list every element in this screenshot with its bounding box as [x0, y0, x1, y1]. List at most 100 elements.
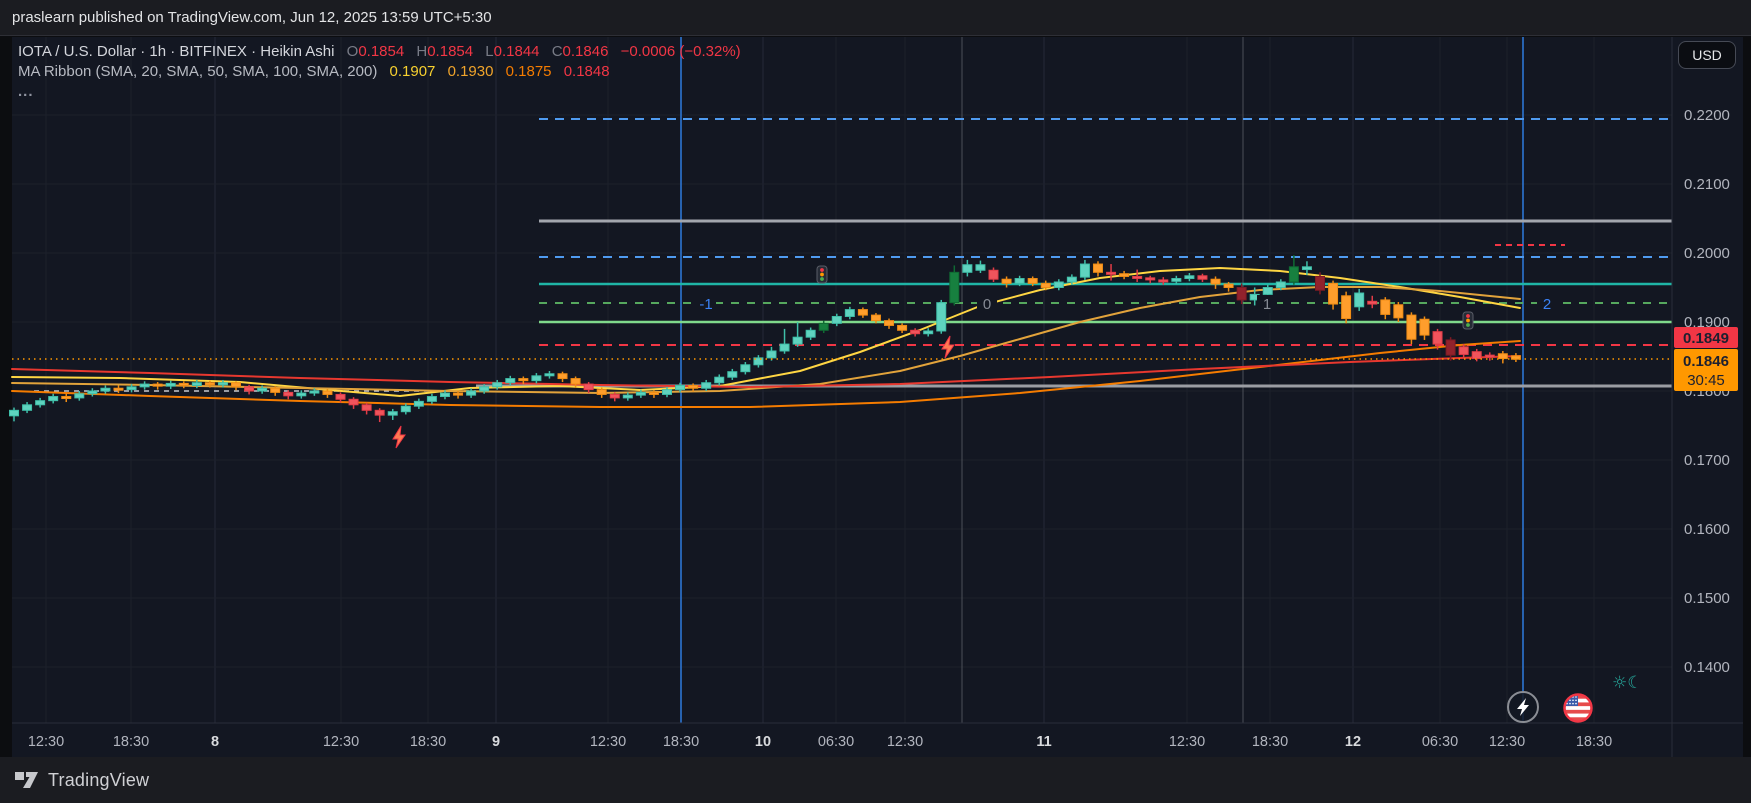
- lightning-circle-icon[interactable]: [1507, 691, 1539, 723]
- candle-body: [296, 392, 307, 397]
- ohlc-open-value: 0.1854: [358, 43, 405, 60]
- candle-body: [1001, 278, 1012, 284]
- collapsed-indicator-ellipsis[interactable]: ...: [18, 82, 741, 101]
- candle-body: [244, 386, 255, 392]
- candle-body: [897, 324, 908, 331]
- candle-body: [609, 393, 620, 399]
- traffic-light-red: [1466, 314, 1470, 318]
- price-tick-label: 0.2000: [1684, 245, 1730, 262]
- candle-body: [1354, 292, 1365, 308]
- range-label[interactable]: 2: [1543, 296, 1551, 313]
- candle-body: [792, 336, 803, 345]
- indicator-legend-row[interactable]: MA Ribbon (SMA, 20, SMA, 50, SMA, 100, S…: [18, 62, 741, 81]
- candle-body: [531, 375, 542, 382]
- price-tick-label: 0.1600: [1684, 521, 1730, 538]
- candle-body: [936, 302, 947, 332]
- candle-body: [87, 390, 98, 395]
- candle-body: [309, 390, 320, 394]
- heikin-ashi-candles[interactable]: [9, 255, 1521, 423]
- time-tick-label: 12:30: [323, 734, 359, 750]
- candle-body: [231, 382, 242, 388]
- candle-body: [1445, 339, 1456, 356]
- ohlc-high-label: H: [416, 43, 428, 60]
- candle-body: [1040, 282, 1051, 288]
- candle-body: [805, 329, 816, 338]
- candle-body: [1027, 278, 1038, 284]
- tradingview-brand-text[interactable]: TradingView: [48, 770, 149, 791]
- traffic-light-marker[interactable]: [1462, 311, 1474, 330]
- candle-body: [283, 391, 294, 397]
- candle-body: [923, 330, 934, 335]
- candle-body: [1432, 331, 1443, 345]
- candle-body: [962, 264, 973, 273]
- candle-body: [9, 409, 19, 417]
- price-tick-label: 0.1500: [1684, 590, 1730, 607]
- candle-body: [857, 309, 868, 316]
- candle-body: [439, 392, 450, 398]
- candle-body: [1341, 295, 1352, 320]
- candle-body: [884, 320, 895, 326]
- candle-body: [1367, 300, 1378, 305]
- time-tick-label: 12: [1345, 734, 1361, 750]
- range-label[interactable]: -1: [699, 296, 712, 313]
- tradingview-published-chart: praslearn published on TradingView.com, …: [0, 0, 1751, 803]
- price-chart-canvas[interactable]: -1 0 1 20.22000.21000.20000.19000.18000.170…: [0, 0, 1751, 803]
- candle-body: [1132, 275, 1143, 279]
- tradingview-logo-icon[interactable]: TradingView: [14, 770, 149, 791]
- ohlc-close-label: C: [551, 43, 563, 60]
- usa-flag-circle-icon[interactable]: [1563, 693, 1593, 723]
- candle-body: [270, 387, 281, 393]
- candle-body: [727, 371, 738, 378]
- candle-body: [1262, 287, 1273, 295]
- time-tick-label: 8: [211, 734, 219, 750]
- candle-body: [714, 376, 725, 384]
- candle-body: [1079, 263, 1090, 278]
- currency-toggle-button[interactable]: USD: [1678, 41, 1736, 69]
- traffic-light-green: [820, 277, 824, 281]
- candle-body: [387, 411, 398, 416]
- sma20-value: 0.1907: [389, 63, 436, 80]
- price-axis[interactable]: 0.22000.21000.20000.19000.18000.17000.16…: [1684, 107, 1730, 676]
- traffic-light-green: [1466, 323, 1470, 327]
- candle-body: [557, 373, 568, 380]
- time-tick-label: 18:30: [1576, 734, 1612, 750]
- candle-countdown-text: 30:45: [1687, 372, 1725, 389]
- symbol-legend-row[interactable]: IOTA / U.S. Dollar · 1h · BITFINEX · Hei…: [18, 42, 741, 61]
- lightning-bolt-marker[interactable]: [941, 335, 955, 359]
- sma50-value: 0.1930: [447, 63, 494, 80]
- candle-body: [505, 378, 516, 384]
- lightning-bolt-marker[interactable]: [392, 425, 406, 449]
- candle-body: [165, 382, 176, 387]
- candle-body: [1328, 282, 1339, 305]
- candle-body: [1014, 278, 1025, 284]
- candle-body: [1315, 275, 1325, 291]
- chart-legend: IOTA / U.S. Dollar · 1h · BITFINEX · Hei…: [18, 42, 741, 101]
- candle-body: [152, 383, 163, 387]
- candle-body: [1236, 287, 1247, 301]
- candle-body: [583, 383, 594, 391]
- traffic-light-amber: [820, 272, 824, 277]
- candle-body: [1393, 304, 1404, 319]
- candle-body: [1158, 279, 1169, 283]
- time-tick-label: 12:30: [1489, 734, 1525, 750]
- time-axis[interactable]: 12:30 18:30 8 12:30 18:30 9 12:30 18:30 10 06:30 1…: [28, 734, 1612, 750]
- candle-body: [740, 364, 751, 373]
- candle-body: [870, 314, 881, 322]
- candle-body: [1484, 354, 1495, 358]
- symbol-title: IOTA / U.S. Dollar · 1h · BITFINEX · Hei…: [18, 43, 335, 60]
- sun-moon-icon[interactable]: ☼☾: [1612, 673, 1642, 693]
- candle-body: [910, 329, 921, 335]
- traffic-light-amber: [1466, 318, 1470, 323]
- candle-body: [1184, 275, 1195, 280]
- candle-body: [1053, 281, 1064, 289]
- traffic-light-red: [820, 268, 824, 272]
- time-tick-label: 18:30: [1252, 734, 1288, 750]
- ohlc-high-value: 0.1854: [427, 43, 474, 60]
- candle-body: [479, 386, 490, 392]
- range-label[interactable]: 1: [1263, 296, 1271, 313]
- candle-body: [1301, 266, 1312, 271]
- range-label[interactable]: 0: [983, 296, 991, 313]
- candle-body: [1380, 299, 1391, 315]
- traffic-light-marker[interactable]: [816, 265, 828, 284]
- candle-body: [766, 350, 777, 359]
